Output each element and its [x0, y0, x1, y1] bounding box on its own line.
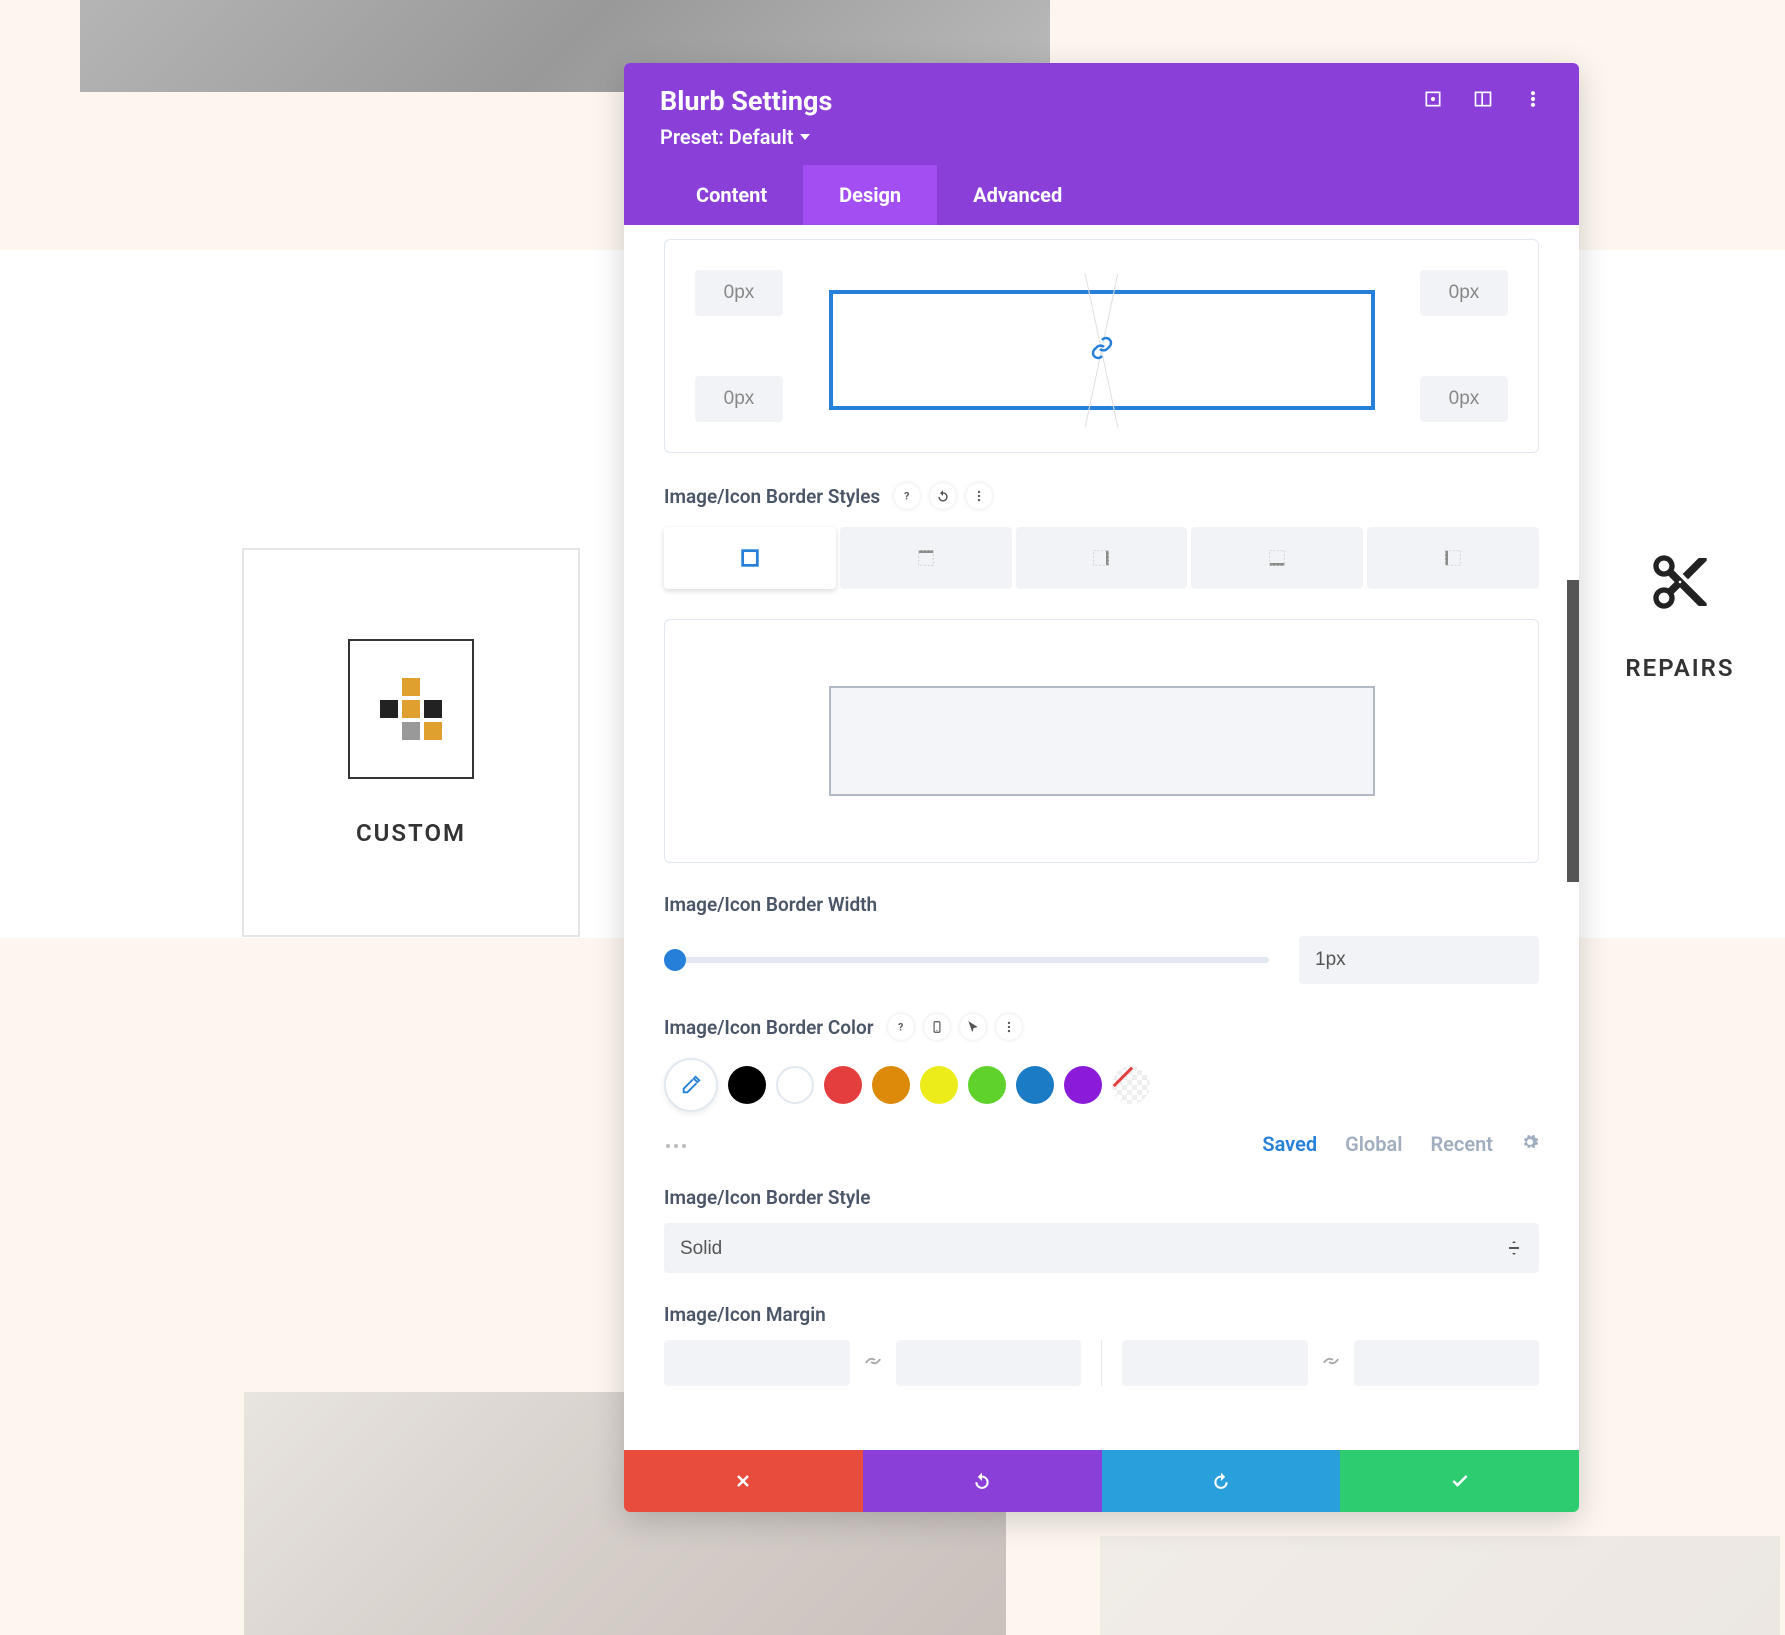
panel-layout-icon[interactable]	[1473, 89, 1493, 113]
border-styles-label: Image/Icon Border Styles ?	[664, 483, 1539, 509]
swatch-purple[interactable]	[1064, 1066, 1102, 1104]
tab-design[interactable]: Design	[803, 165, 937, 225]
margin-right-input[interactable]	[1354, 1340, 1540, 1386]
corner-bottom-right-input[interactable]	[1420, 376, 1508, 422]
border-all-sides[interactable]	[664, 527, 836, 589]
kebab-menu-icon[interactable]	[1523, 89, 1543, 113]
hover-icon[interactable]	[960, 1014, 986, 1040]
svg-text:?: ?	[904, 490, 909, 503]
unlink-icon[interactable]	[862, 1350, 884, 1376]
color-tab-global[interactable]: Global	[1345, 1132, 1402, 1156]
repairs-card-label: REPAIRS	[1625, 654, 1734, 682]
margin-inputs	[664, 1340, 1539, 1386]
slider-thumb[interactable]	[664, 949, 686, 971]
svg-text:?: ?	[898, 1021, 903, 1034]
swatch-green[interactable]	[968, 1066, 1006, 1104]
border-left[interactable]	[1367, 527, 1539, 589]
border-width-slider[interactable]	[664, 957, 1269, 963]
tab-advanced[interactable]: Advanced	[937, 165, 1098, 225]
modal-tabs: Content Design Advanced	[660, 165, 1543, 225]
border-side-selector	[664, 527, 1539, 589]
corner-top-right-input[interactable]	[1420, 270, 1508, 316]
border-top[interactable]	[840, 527, 1012, 589]
modal-header: Blurb Settings Preset: Default Content D…	[624, 63, 1579, 225]
border-width-label: Image/Icon Border Width	[664, 893, 1539, 916]
scrollbar-thumb[interactable]	[1567, 580, 1579, 882]
swatch-blue[interactable]	[1016, 1066, 1054, 1104]
corner-bottom-left-input[interactable]	[695, 376, 783, 422]
undo-button[interactable]	[863, 1450, 1102, 1512]
gallery-image-right	[1100, 1536, 1780, 1635]
tab-content[interactable]: Content	[660, 165, 803, 225]
cancel-button[interactable]	[624, 1450, 863, 1512]
blurb-settings-modal: Blurb Settings Preset: Default Content D…	[624, 63, 1579, 1512]
border-bottom[interactable]	[1191, 527, 1363, 589]
swatch-black[interactable]	[728, 1066, 766, 1104]
responsive-icon[interactable]	[924, 1014, 950, 1040]
border-preview-inner	[829, 686, 1375, 796]
border-style-label: Image/Icon Border Style	[664, 1186, 1539, 1209]
preset-label: Preset: Default	[660, 125, 794, 149]
swatch-white[interactable]	[776, 1066, 814, 1104]
custom-card-label: CUSTOM	[356, 819, 466, 847]
swatch-red[interactable]	[824, 1066, 862, 1104]
corners-preview	[829, 290, 1375, 410]
corner-top-left-input[interactable]	[695, 270, 783, 316]
margin-bottom-input[interactable]	[896, 1340, 1082, 1386]
preset-dropdown[interactable]: Preset: Default	[660, 125, 1543, 165]
margin-label: Image/Icon Margin	[664, 1303, 1539, 1326]
blurb-card-custom[interactable]: CUSTOM	[242, 548, 580, 937]
reset-icon[interactable]	[930, 483, 956, 509]
scissors-icon	[1648, 550, 1712, 618]
swatch-yellow[interactable]	[920, 1066, 958, 1104]
modal-footer	[624, 1450, 1579, 1512]
expand-icon[interactable]	[1423, 89, 1443, 113]
modal-body: Image/Icon Border Styles ? Image/Icon Bo…	[624, 225, 1579, 1450]
color-tab-saved[interactable]: Saved	[1262, 1132, 1317, 1156]
modal-title: Blurb Settings	[660, 85, 832, 117]
redo-button[interactable]	[1102, 1450, 1341, 1512]
kebab-icon[interactable]	[966, 483, 992, 509]
border-style-select[interactable]: Solid	[664, 1223, 1539, 1273]
more-swatches-icon[interactable]	[664, 1135, 688, 1154]
blurb-card-repairs[interactable]: REPAIRS	[1580, 550, 1780, 682]
border-color-label: Image/Icon Border Color ?	[664, 1014, 1539, 1040]
border-width-input[interactable]	[1299, 936, 1539, 984]
custom-card-icon	[348, 639, 474, 779]
swatch-orange[interactable]	[872, 1066, 910, 1104]
color-swatches	[664, 1058, 1539, 1112]
swatch-transparent[interactable]	[1112, 1066, 1150, 1104]
border-right[interactable]	[1016, 527, 1188, 589]
link-icon[interactable]	[1090, 336, 1114, 364]
margin-top-input[interactable]	[664, 1340, 850, 1386]
help-icon[interactable]: ?	[894, 483, 920, 509]
save-button[interactable]	[1340, 1450, 1579, 1512]
gear-icon[interactable]	[1521, 1132, 1539, 1156]
kebab-icon[interactable]	[996, 1014, 1022, 1040]
help-icon[interactable]: ?	[888, 1014, 914, 1040]
unlink-icon[interactable]	[1320, 1350, 1342, 1376]
rounded-corners-control	[664, 239, 1539, 453]
color-tab-recent[interactable]: Recent	[1430, 1132, 1493, 1156]
border-preview-box	[664, 619, 1539, 863]
eyedropper-icon[interactable]	[664, 1058, 718, 1112]
margin-left-input[interactable]	[1122, 1340, 1308, 1386]
